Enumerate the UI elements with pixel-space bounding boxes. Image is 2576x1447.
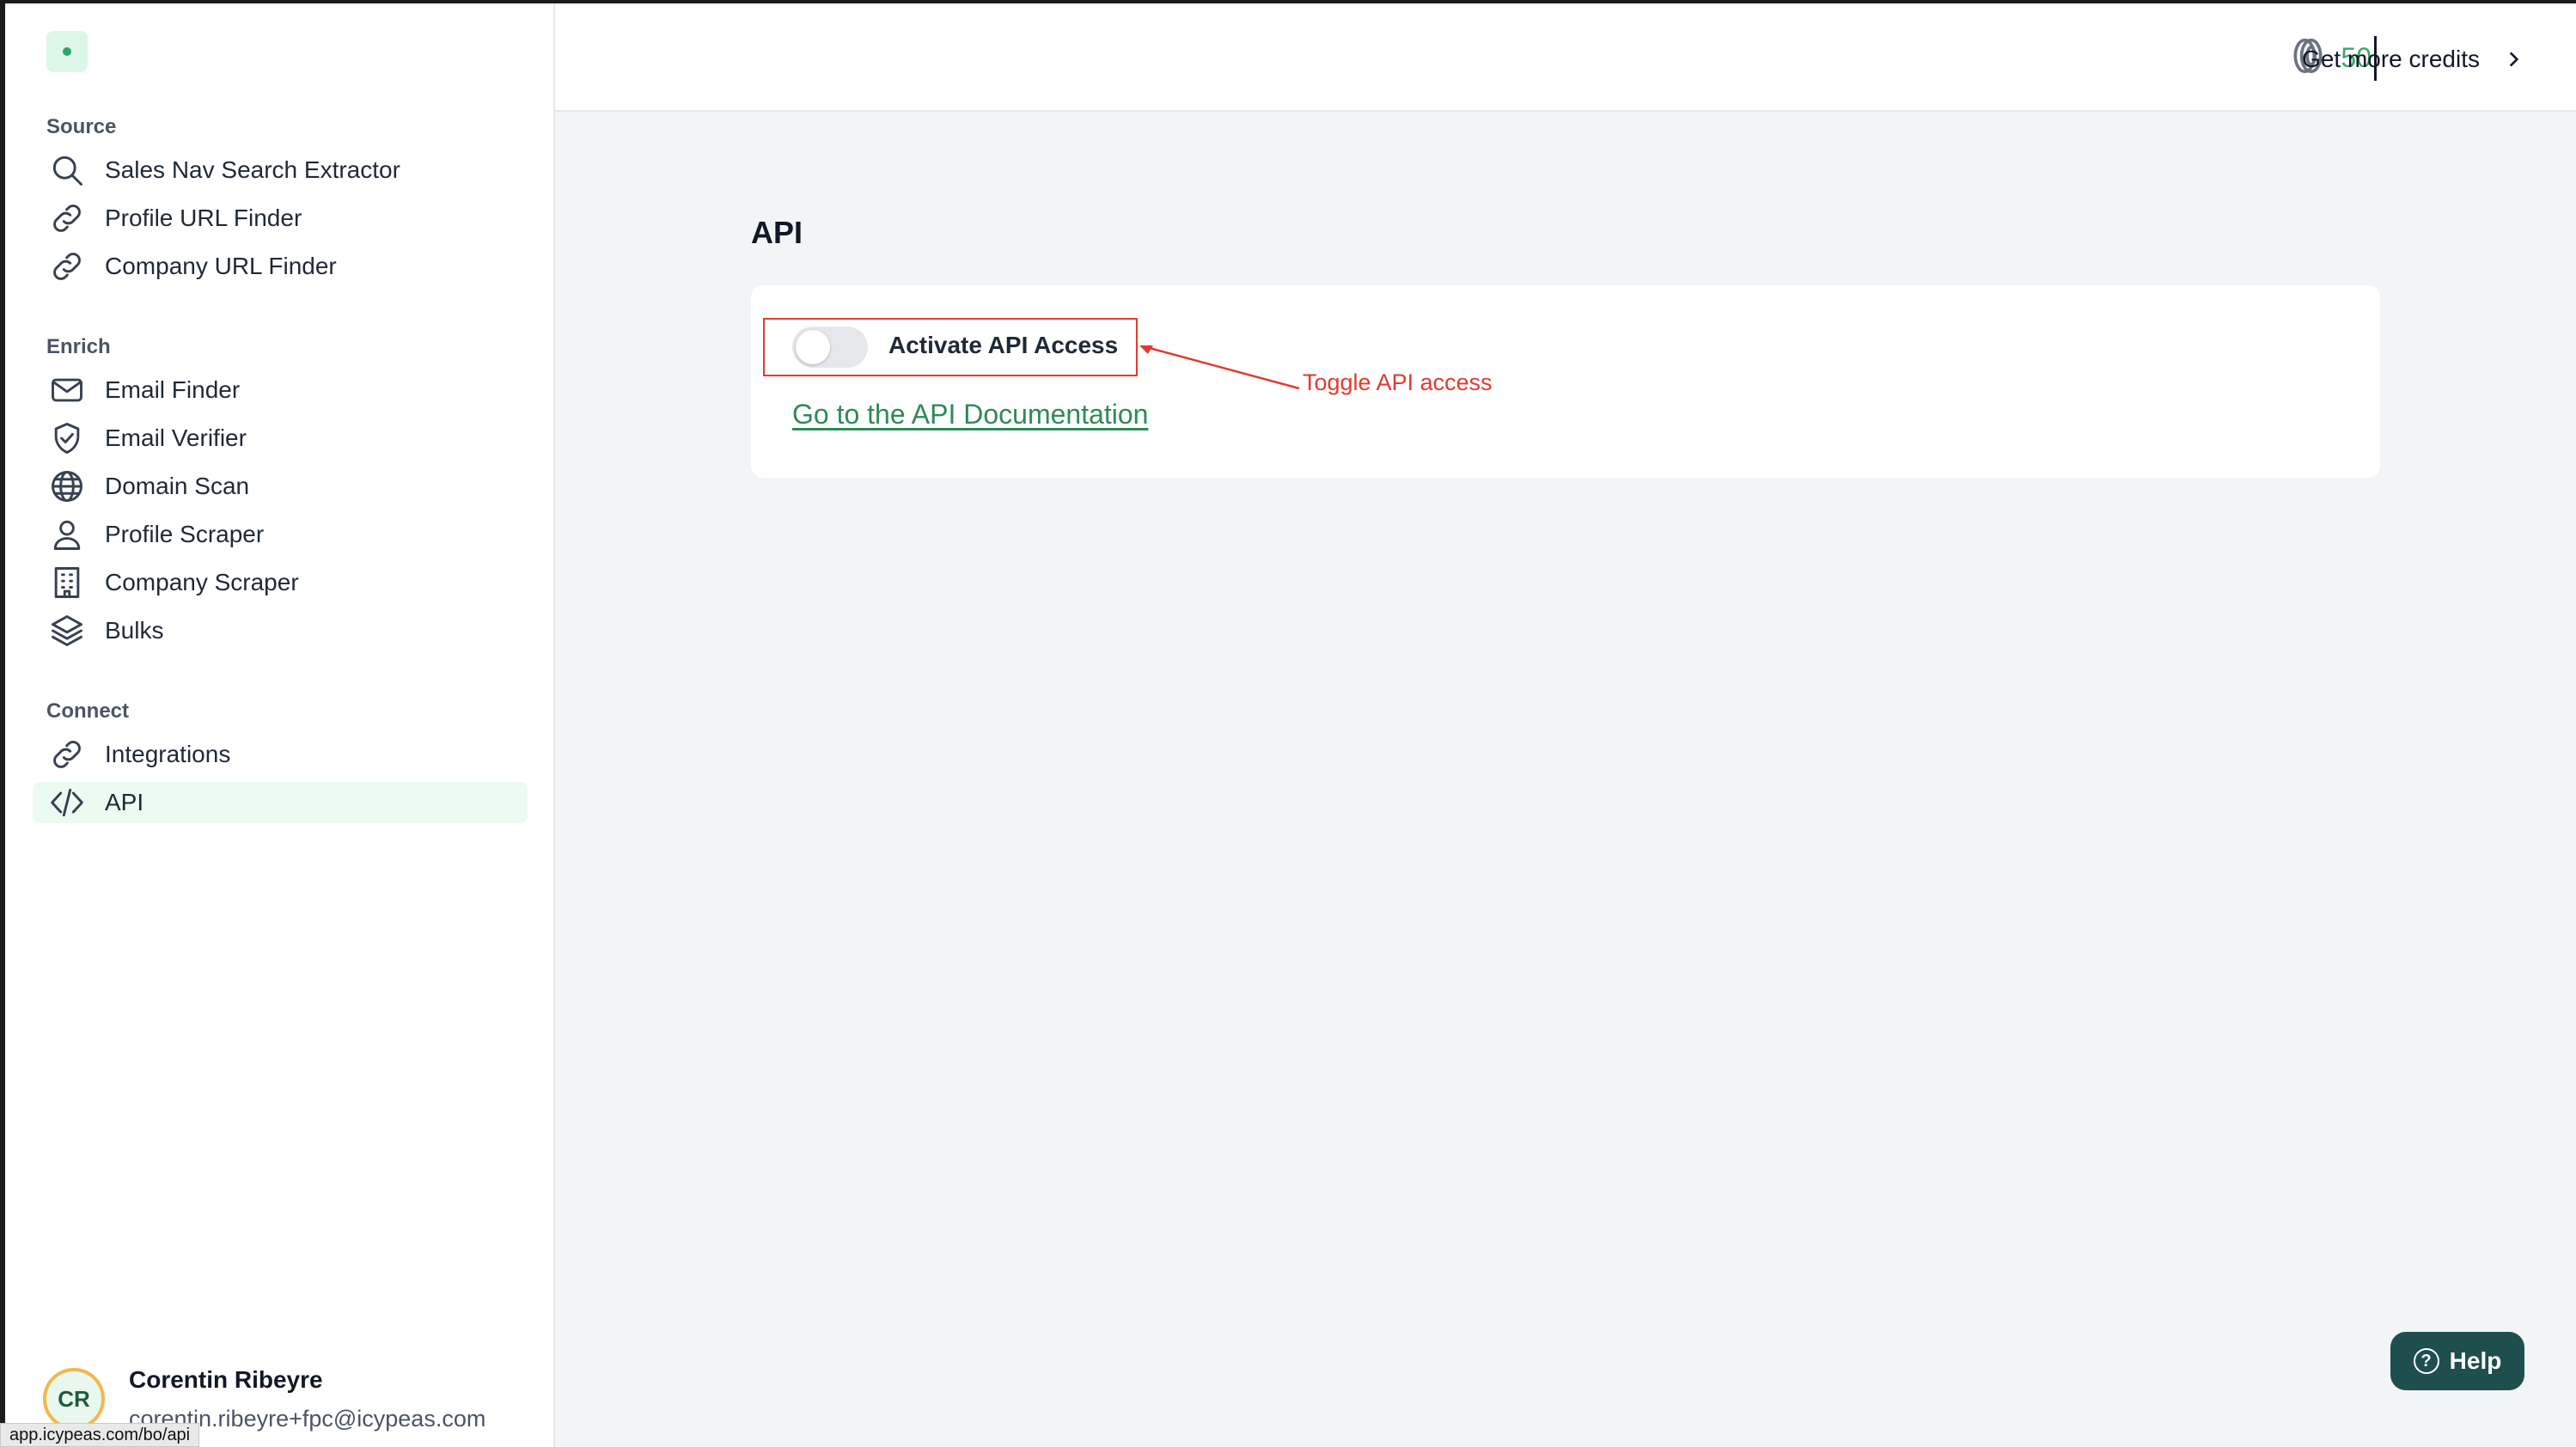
sidebar-item-label: Email Verifier (105, 424, 247, 451)
section-title-enrich: Enrich (46, 335, 111, 358)
globe-icon (46, 466, 88, 507)
user-icon (46, 514, 88, 555)
link-icon (46, 246, 88, 287)
sidebar-item-bulks[interactable]: Bulks (33, 610, 528, 651)
code-icon (46, 782, 88, 823)
sidebar-item-profile-url-finder[interactable]: Profile URL Finder (33, 198, 528, 239)
sidebar-item-label: Sales Nav Search Extractor (105, 156, 400, 183)
link-icon (46, 734, 88, 775)
api-card (751, 285, 2380, 478)
search-icon (46, 150, 88, 191)
logo-dot (63, 47, 71, 56)
sidebar-item-api[interactable]: API (33, 782, 528, 823)
toggle-knob (796, 330, 830, 364)
user-name: Corentin Ribeyre (129, 1366, 323, 1393)
shield-check-icon (46, 418, 88, 459)
sidebar-item-company-url-finder[interactable]: Company URL Finder (33, 246, 528, 287)
link-icon (46, 198, 88, 239)
get-more-credits-button[interactable]: Get more credits (2302, 38, 2524, 81)
app-logo[interactable] (46, 31, 88, 72)
help-label: Help (2449, 1347, 2502, 1374)
sidebar: Source Sales Nav Search Extractor Profil… (5, 3, 555, 1447)
sidebar-item-email-verifier[interactable]: Email Verifier (33, 418, 528, 459)
sidebar-item-label: Domain Scan (105, 473, 250, 499)
section-title-connect: Connect (46, 699, 129, 723)
sidebar-item-label: Profile URL Finder (105, 205, 302, 231)
page-title: API (751, 215, 803, 250)
sidebar-item-company-scraper[interactable]: Company Scraper (33, 562, 528, 603)
help-icon: ? (2413, 1348, 2439, 1374)
api-access-toggle[interactable] (792, 327, 868, 368)
sidebar-item-profile-scraper[interactable]: Profile Scraper (33, 514, 528, 555)
top-bar: 50 Get more credits (555, 3, 2576, 112)
annotation-label: Toggle API access (1303, 369, 1492, 395)
layers-icon (46, 610, 88, 651)
sidebar-item-label: API (105, 789, 144, 815)
sidebar-item-label: Company URL Finder (105, 253, 337, 279)
chevron-right-icon (2509, 52, 2519, 67)
building-icon (46, 562, 88, 603)
status-bar-url: app.icypeas.com/bo/api (0, 1423, 200, 1447)
sidebar-item-label: Integrations (105, 741, 231, 767)
api-access-toggle-label: Activate API Access (888, 332, 1119, 358)
sidebar-item-domain-scan[interactable]: Domain Scan (33, 466, 528, 507)
sidebar-item-sales-nav-search-extractor[interactable]: Sales Nav Search Extractor (33, 150, 528, 191)
section-title-source: Source (46, 115, 117, 138)
sidebar-item-integrations[interactable]: Integrations (33, 734, 528, 775)
help-button[interactable]: ? Help (2390, 1332, 2524, 1390)
sidebar-item-label: Company Scraper (105, 569, 299, 595)
mail-icon (46, 369, 88, 411)
annotation-arrow (1139, 345, 1300, 390)
sidebar-item-label: Profile Scraper (105, 521, 265, 547)
sidebar-item-label: Email Finder (105, 376, 241, 403)
get-more-credits-label: Get more credits (2302, 46, 2480, 72)
api-documentation-link[interactable]: Go to the API Documentation (792, 399, 1148, 430)
sidebar-item-label: Bulks (105, 617, 164, 644)
avatar[interactable]: CR (43, 1368, 105, 1430)
sidebar-item-email-finder[interactable]: Email Finder (33, 369, 528, 411)
